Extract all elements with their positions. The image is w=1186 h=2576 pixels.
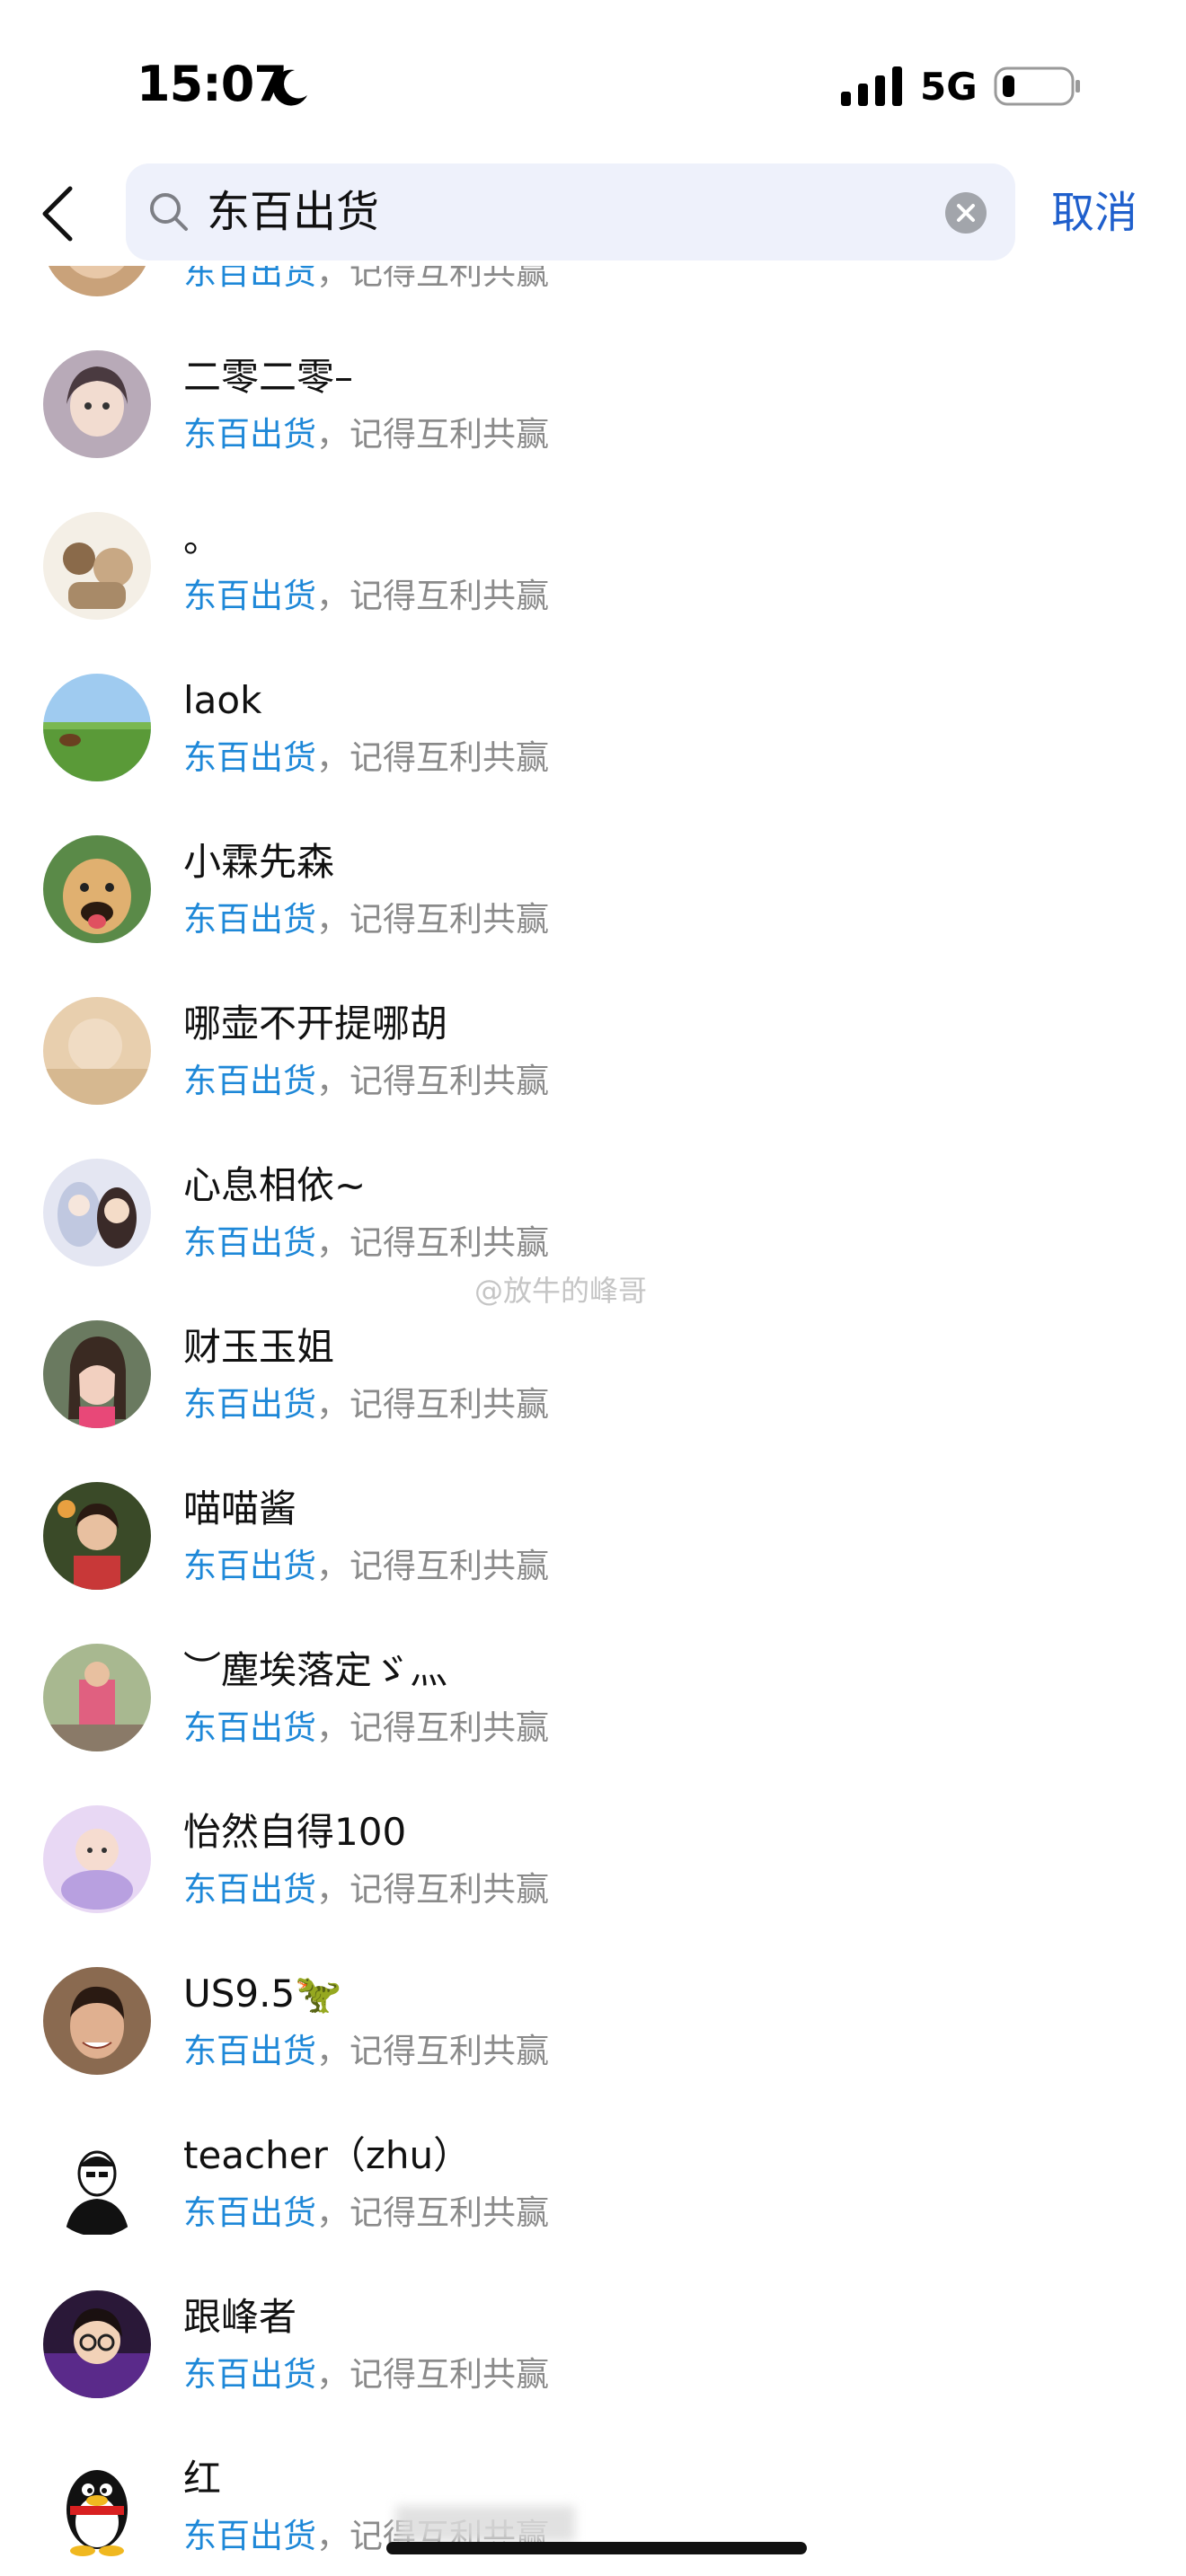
avatar[interactable] [43,1967,151,2075]
message-snippet: 东百出货，记得互利共赢 [183,1866,549,1913]
avatar[interactable] [43,2452,151,2560]
message-snippet: 东百出货，记得互利共赢 [183,573,549,620]
result-row[interactable]: ︶塵埃落定ゞ灬东百出货，记得互利共赢 [0,1619,1186,1780]
snippet-text: ，记得互利共赢 [316,577,549,615]
contact-name: US9.5🦖 [183,1972,342,2016]
message-snippet: 东百出货，记得互利共赢 [183,1058,549,1105]
avatar[interactable] [43,1482,151,1590]
search-results-list[interactable]: 东百出货，记得互利共赢 二零二零– 东百出货，记得互利共赢。东百出货，记得互利共赢 l… [0,243,1186,2576]
avatar[interactable] [43,1320,151,1428]
contact-name: 。 [183,516,222,560]
result-row[interactable]: 喵喵酱东百出货，记得互利共赢 [0,1457,1186,1619]
snippet-highlight: 东百出货 [183,1062,316,1100]
avatar[interactable] [43,1159,151,1266]
avatar[interactable] [43,674,151,781]
snippet-text: ，记得互利共赢 [316,1708,549,1747]
snippet-highlight: 东百出货 [183,2355,316,2394]
snippet-highlight: 东百出货 [183,1708,316,1747]
search-header: 东百出货 取消 [0,162,1186,266]
snippet-text: ，记得互利共赢 [316,1547,549,1585]
contact-name: 怡然自得100 [183,1810,407,1854]
result-row[interactable]: laok 东百出货，记得互利共赢 [0,648,1186,810]
snippet-text: ，记得互利共赢 [316,2193,549,2232]
result-row[interactable]: 。东百出货，记得互利共赢 [0,487,1186,648]
snippet-highlight: 东百出货 [183,1870,316,1909]
message-snippet: 东百出货，记得互利共赢 [183,2190,549,2236]
snippet-highlight: 东百出货 [183,415,316,454]
network-type: 5G [920,65,978,109]
contact-name: 二零二零– [183,355,354,399]
watermark: @放牛的峰哥 [474,1274,648,1308]
snippet-text: ，记得互利共赢 [316,2355,549,2394]
result-row[interactable]: US9.5🦖 东百出货，记得互利共赢 [0,1942,1186,2104]
result-row[interactable]: 小霖先森东百出货，记得互利共赢 [0,810,1186,972]
avatar[interactable] [43,350,151,458]
contact-name: 跟峰者 [183,2295,297,2339]
clear-icon[interactable] [945,192,987,234]
blur-patch [395,2506,575,2542]
snippet-highlight: 东百出货 [183,738,316,777]
cancel-button[interactable]: 取消 [1051,183,1137,243]
contact-name: 红 [183,2457,222,2501]
snippet-highlight: 东百出货 [183,900,316,939]
battery-icon [994,66,1080,106]
snippet-highlight: 东百出货 [183,1385,316,1424]
contact-name: teacher（zhu） [183,2133,472,2177]
snippet-highlight: 东百出货 [183,1547,316,1585]
avatar[interactable] [43,512,151,620]
signal-icon [841,66,902,106]
snippet-highlight: 东百出货 [183,2032,316,2070]
message-snippet: 东百出货，记得互利共赢 [183,1220,549,1266]
snippet-text: ，记得互利共赢 [316,415,549,454]
status-time: 15:07 [137,56,288,112]
contact-name: ︶塵埃落定ゞ灬 [183,1648,448,1692]
search-input[interactable]: 东百出货 [126,163,1015,260]
snippet-text: ，记得互利共赢 [316,2032,549,2070]
contact-name: laok [183,678,262,722]
result-row[interactable]: 怡然自得100 东百出货，记得互利共赢 [0,1780,1186,1942]
result-row[interactable]: 哪壶不开提哪胡东百出货，记得互利共赢 [0,972,1186,1134]
search-icon [150,193,188,231]
avatar[interactable] [43,1644,151,1751]
snippet-highlight: 东百出货 [183,577,316,615]
snippet-text: ，记得互利共赢 [316,1385,549,1424]
search-query[interactable]: 东百出货 [207,183,379,241]
moon-icon [272,69,307,106]
snippet-text: ，记得互利共赢 [316,1062,549,1100]
snippet-text: ，记得互利共赢 [316,738,549,777]
home-indicator[interactable] [386,2542,807,2554]
snippet-text: ，记得互利共赢 [316,1223,549,1262]
result-row[interactable]: 财玉玉姐东百出货，记得互利共赢 [0,1295,1186,1457]
snippet-highlight: 东百出货 [183,2517,316,2555]
snippet-text: ，记得互利共赢 [316,1870,549,1909]
avatar[interactable] [43,2290,151,2398]
message-snippet: 东百出货，记得互利共赢 [183,1543,549,1590]
contact-name: 心息相依~ [183,1163,367,1207]
avatar[interactable] [43,2129,151,2236]
contact-name: 财玉玉姐 [183,1325,335,1369]
avatar[interactable] [43,1805,151,1913]
back-icon[interactable] [34,183,81,244]
result-row[interactable]: 跟峰者东百出货，记得互利共赢 [0,2265,1186,2427]
message-snippet: 东百出货，记得互利共赢 [183,896,549,943]
snippet-text: ，记得互利共赢 [316,900,549,939]
message-snippet: 东百出货，记得互利共赢 [183,1381,549,1428]
contact-name: 喵喵酱 [183,1486,297,1531]
message-snippet: 东百出货，记得互利共赢 [183,2028,549,2075]
snippet-highlight: 东百出货 [183,1223,316,1262]
message-snippet: 东百出货，记得互利共赢 [183,2351,549,2398]
avatar[interactable] [43,997,151,1105]
status-bar: 15:07 5G [0,0,1186,162]
avatar[interactable] [43,835,151,943]
snippet-highlight: 东百出货 [183,2193,316,2232]
result-row[interactable]: 二零二零– 东百出货，记得互利共赢 [0,325,1186,487]
contact-name: 小霖先森 [183,840,335,884]
message-snippet: 东百出货，记得互利共赢 [183,1705,549,1751]
contact-name: 哪壶不开提哪胡 [183,1001,448,1045]
message-snippet: 东百出货，记得互利共赢 [183,735,549,781]
message-snippet: 东百出货，记得互利共赢 [183,411,549,458]
result-row[interactable]: teacher（zhu） 东百出货，记得互利共赢 [0,2104,1186,2265]
